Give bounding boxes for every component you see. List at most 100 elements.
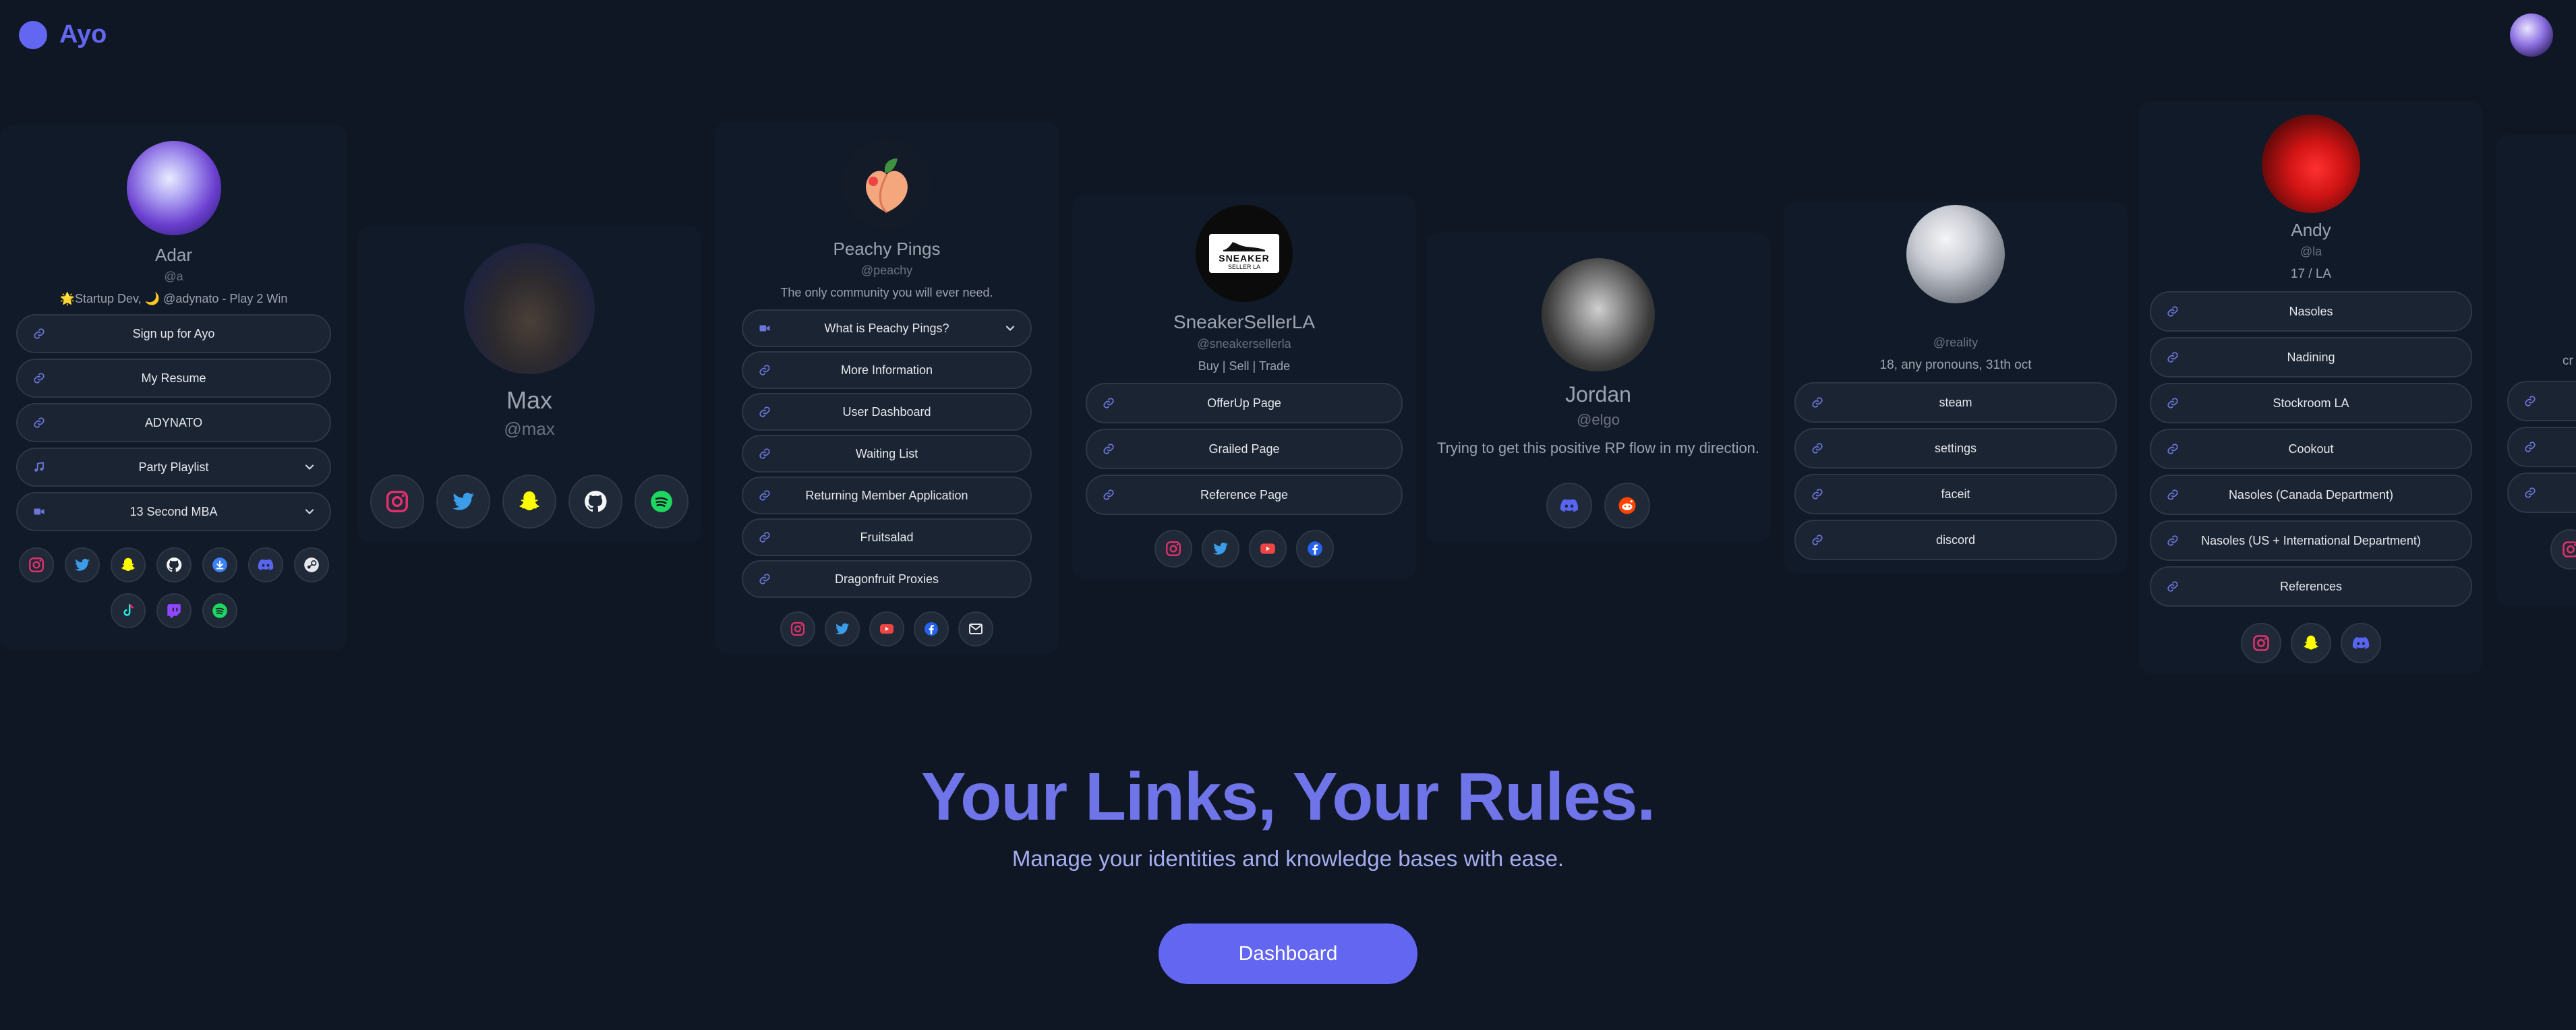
profile-handle: @la (2300, 245, 2322, 258)
discord-icon[interactable] (1546, 483, 1592, 528)
hero-title: Your Links, Your Rules. (920, 759, 1656, 835)
profile-card-sneakerseller: SNEAKER SELLER LA SneakerSellerLA @sneak… (1072, 195, 1416, 580)
twitter-icon[interactable] (1202, 530, 1239, 568)
profile-card-andy: Andy @la 17 / LA Nasoles Nadining Stockr… (2139, 101, 2483, 674)
steam-icon[interactable] (293, 547, 329, 582)
profile-bio: 🌟Startup Dev, 🌙 @adynato - Play 2 Win (59, 292, 288, 305)
link-waiting-list[interactable]: Waiting List (742, 435, 1032, 473)
link-icon (1811, 487, 1824, 501)
link-fruitsalad[interactable]: Fruitsalad (742, 518, 1032, 556)
profile-card-reality: @reality 18, any pronouns, 31th oct stea… (1784, 202, 2128, 573)
link-icon (32, 416, 46, 429)
link-partial-3[interactable] (2507, 473, 2576, 513)
github-icon[interactable] (156, 547, 192, 582)
link-more-information[interactable]: More Information (742, 351, 1032, 389)
app-name: Ayo (59, 20, 107, 49)
profile-card-partial: cr (2496, 135, 2576, 607)
facebook-icon[interactable] (1296, 530, 1334, 568)
link-icon (32, 371, 46, 385)
instagram-icon[interactable] (370, 475, 424, 528)
link-icon (1102, 442, 1115, 456)
link-icon (758, 531, 771, 544)
instagram-icon[interactable] (780, 611, 815, 646)
link-13-second-mba[interactable]: 13 Second MBA (16, 492, 331, 531)
link-icon (1102, 488, 1115, 502)
link-nasoles-us-intl[interactable]: Nasoles (US + International Department) (2150, 520, 2472, 561)
youtube-icon[interactable] (1249, 530, 1287, 568)
profile-bio: 18, any pronouns, 31th oct (1879, 358, 2032, 372)
instagram-icon[interactable] (2241, 623, 2281, 663)
profile-name: Peachy Pings (833, 239, 941, 259)
link-icon (1811, 396, 1824, 409)
tiktok-icon[interactable] (110, 593, 146, 628)
link-returning-member[interactable]: Returning Member Application (742, 477, 1032, 514)
avatar (1906, 205, 2005, 303)
link-settings[interactable]: settings (1794, 428, 2117, 468)
reddit-icon[interactable] (1604, 483, 1650, 528)
link-offerup[interactable]: OfferUp Page (1086, 383, 1403, 423)
snapchat-icon[interactable] (110, 547, 146, 582)
link-what-is-peachy[interactable]: What is Peachy Pings? (742, 309, 1032, 347)
link-grailed[interactable]: Grailed Page (1086, 429, 1403, 469)
user-avatar-button[interactable] (2510, 13, 2553, 57)
avatar (2262, 115, 2360, 213)
avatar (126, 141, 221, 235)
spotify-icon[interactable] (635, 475, 689, 528)
link-discord[interactable]: discord (1794, 520, 2117, 560)
app-logo[interactable]: Ayo (19, 20, 107, 49)
link-icon (758, 405, 771, 419)
twitch-icon[interactable] (156, 593, 192, 628)
profile-card-jordan: Jordan @elgo Trying to get this positive… (1426, 233, 1770, 543)
video-icon (32, 505, 46, 518)
youtube-icon[interactable] (869, 611, 904, 646)
social-row (1154, 530, 1334, 568)
link-cookout[interactable]: Cookout (2150, 429, 2472, 469)
twitter-icon[interactable] (436, 475, 490, 528)
github-icon[interactable] (568, 475, 622, 528)
snapchat-icon[interactable] (2291, 623, 2331, 663)
twitter-icon[interactable] (64, 547, 100, 582)
facebook-icon[interactable] (914, 611, 949, 646)
link-user-dashboard[interactable]: User Dashboard (742, 393, 1032, 431)
link-nasoles[interactable]: Nasoles (2150, 291, 2472, 332)
instagram-icon[interactable] (1154, 530, 1192, 568)
link-icon (1811, 442, 1824, 455)
link-resume[interactable]: My Resume (16, 359, 331, 398)
link-steam[interactable]: steam (1794, 382, 2117, 423)
social-row (370, 475, 689, 528)
instagram-icon[interactable] (18, 547, 54, 582)
link-partial-2[interactable] (2507, 427, 2576, 467)
profile-name: Jordan (1565, 382, 1631, 406)
link-partial-1[interactable] (2507, 381, 2576, 421)
link-nadining[interactable]: Nadining (2150, 337, 2472, 377)
discord-icon[interactable] (247, 547, 283, 582)
social-row (18, 547, 329, 628)
dashboard-button[interactable]: Dashboard (1159, 923, 1417, 984)
link-nasoles-canada[interactable]: Nasoles (Canada Department) (2150, 475, 2472, 515)
link-icon (758, 489, 771, 502)
link-party-playlist[interactable]: Party Playlist (16, 448, 331, 487)
profile-bio: Buy | Sell | Trade (1198, 359, 1291, 373)
link-icon (2166, 580, 2179, 593)
twitter-icon[interactable] (825, 611, 860, 646)
profile-name: SneakerSellerLA (1173, 311, 1316, 332)
spotify-icon[interactable] (202, 593, 237, 628)
profile-bio: cr (2563, 354, 2573, 368)
profile-name: Max (506, 386, 552, 414)
link-references[interactable]: References (2150, 566, 2472, 607)
shoe-icon (1223, 242, 1265, 251)
email-icon[interactable] (958, 611, 993, 646)
link-reference[interactable]: Reference Page (1086, 475, 1403, 515)
snapchat-icon[interactable] (502, 475, 556, 528)
link-adynato[interactable]: ADYNATO (16, 403, 331, 442)
chevron-down-icon (303, 460, 316, 474)
download-icon[interactable] (202, 547, 237, 582)
link-faceit[interactable]: faceit (1794, 474, 2117, 514)
instagram-icon[interactable] (2550, 529, 2576, 570)
link-sign-up[interactable]: Sign up for Ayo (16, 314, 331, 353)
link-stockroom-la[interactable]: Stockroom LA (2150, 383, 2472, 423)
link-dragonfruit-proxies[interactable]: Dragonfruit Proxies (742, 560, 1032, 598)
link-icon (32, 327, 46, 340)
discord-icon[interactable] (2341, 623, 2381, 663)
profile-bio: 17 / LA (2290, 267, 2332, 281)
